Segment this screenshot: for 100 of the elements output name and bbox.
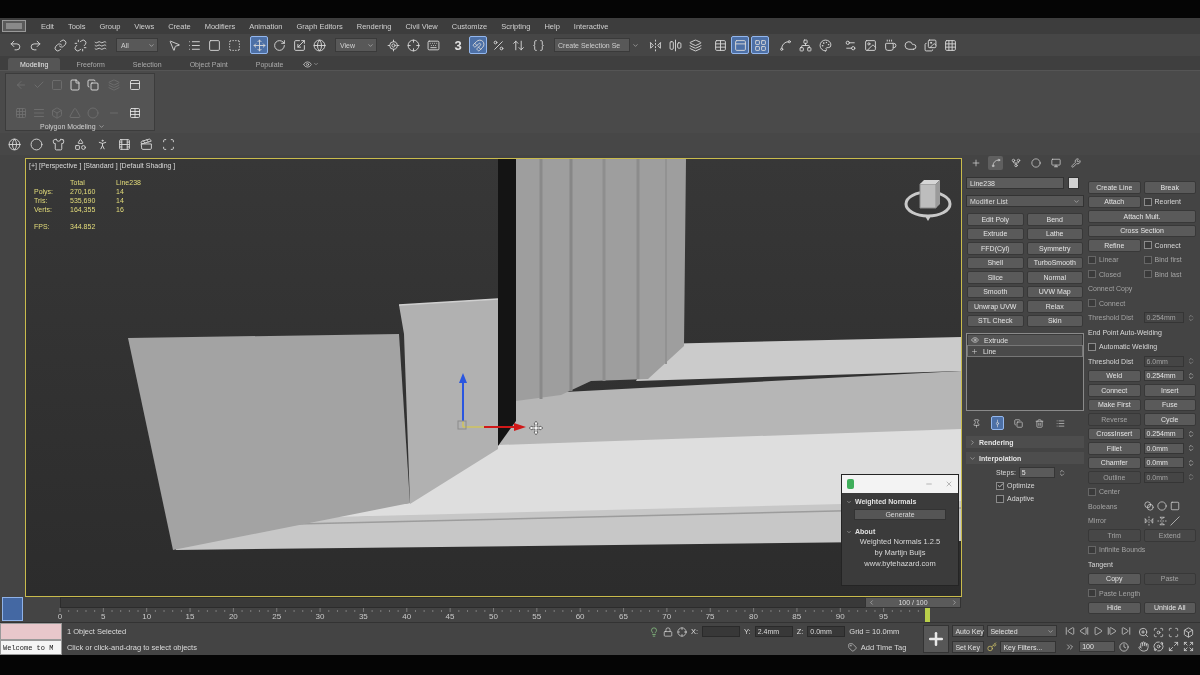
spinner-arrows-icon[interactable] (1057, 468, 1066, 477)
clapperboard-icon[interactable] (140, 137, 153, 151)
pin-button[interactable] (970, 416, 983, 430)
network-icon (798, 38, 812, 52)
zoom-icon[interactable] (1138, 626, 1150, 638)
schematic-button[interactable] (796, 36, 814, 54)
clock-icon[interactable] (1119, 641, 1130, 652)
crosshair-icon[interactable] (676, 626, 687, 637)
command-panel-tab[interactable] (1048, 156, 1063, 170)
hand-icon[interactable] (1138, 640, 1150, 652)
caret-right-icon (969, 438, 976, 446)
ribbon-button[interactable] (731, 36, 749, 54)
table-icon[interactable] (129, 107, 141, 119)
skip-back-icon[interactable] (1065, 625, 1076, 636)
broken-link-icon (73, 38, 87, 52)
tag-icon (847, 643, 857, 652)
mirror-icon (648, 38, 662, 52)
eye-icon[interactable] (971, 336, 979, 344)
set-keys-button[interactable] (923, 625, 950, 653)
image-icon (863, 38, 877, 52)
view-cube-icon[interactable] (902, 178, 954, 222)
manipulate-button[interactable] (404, 36, 422, 54)
blend-icon[interactable] (1143, 501, 1154, 512)
coordinate-field[interactable] (702, 626, 740, 637)
link-button[interactable] (51, 36, 69, 54)
color-swatch-icon[interactable] (1068, 177, 1079, 189)
mini-curve-editor-button[interactable] (2, 597, 23, 621)
fast-forward-icon[interactable] (1065, 641, 1076, 652)
spinner-arrows-icon[interactable] (1186, 458, 1195, 467)
expand-icon[interactable] (1183, 640, 1195, 652)
mirror-icon[interactable] (1143, 515, 1154, 526)
caret-icon (97, 123, 105, 130)
checkbox[interactable] (996, 494, 1004, 503)
frame-icon[interactable] (1168, 626, 1180, 638)
command-panel-tab[interactable] (1068, 156, 1083, 170)
pin-icon (972, 418, 981, 428)
app-logo-icon[interactable] (2, 20, 26, 32)
checkbox[interactable] (996, 481, 1004, 490)
align-icon (668, 38, 682, 52)
magnet-icon (471, 38, 485, 52)
snap-toggle-button[interactable]: 3 (449, 36, 467, 54)
shapes-icon[interactable] (74, 137, 87, 151)
script-input-field[interactable] (0, 623, 62, 640)
focus-icon[interactable] (1153, 626, 1165, 638)
copy-icon[interactable] (87, 79, 99, 91)
panel-icon[interactable] (129, 79, 141, 91)
spinner-arrows-icon[interactable] (1186, 429, 1195, 438)
flip-vertical-icon[interactable] (1156, 515, 1167, 526)
file-icon[interactable] (69, 79, 81, 91)
spinner-arrows-icon[interactable] (1186, 357, 1195, 366)
table-icon (713, 38, 727, 52)
play-icon[interactable] (1093, 625, 1104, 636)
percent-icon (491, 38, 505, 52)
command-panel-tab[interactable] (988, 156, 1003, 170)
angle-snap-button[interactable] (469, 36, 487, 54)
step-back-icon[interactable] (1079, 625, 1090, 636)
orbit-icon[interactable] (1153, 640, 1165, 652)
unique-button[interactable] (1012, 416, 1025, 430)
place-button[interactable] (310, 36, 328, 54)
film-icon[interactable] (118, 137, 131, 151)
align-button[interactable] (666, 36, 684, 54)
viewport[interactable] (25, 158, 962, 597)
maximize-icon[interactable] (1168, 640, 1180, 652)
checkbox[interactable] (1088, 342, 1096, 351)
step-forward-icon[interactable] (1107, 625, 1118, 636)
skip-forward-icon[interactable] (1121, 625, 1132, 636)
lock-icon[interactable] (662, 626, 673, 637)
spinner-arrows-icon[interactable] (1186, 444, 1195, 453)
layers-button[interactable] (686, 36, 704, 54)
rotate-icon (272, 38, 286, 52)
bulb-icon[interactable] (648, 626, 659, 637)
globe-icon[interactable] (8, 137, 21, 151)
material-editor-button[interactable] (816, 36, 834, 54)
plus-icon[interactable] (971, 347, 978, 355)
spinner-arrows-icon[interactable] (1186, 371, 1195, 380)
shirt-icon[interactable] (52, 137, 65, 151)
plus-icon (970, 158, 981, 168)
key-icon[interactable] (987, 642, 998, 652)
move-button[interactable] (250, 36, 268, 54)
gallery-button[interactable] (921, 36, 939, 54)
frame-icon[interactable] (162, 137, 175, 151)
remove-button[interactable] (1033, 416, 1046, 430)
grid-icon (943, 38, 957, 52)
layer-explorer-button[interactable] (751, 36, 769, 54)
crosshair-icon (406, 38, 420, 52)
checkbox[interactable] (1143, 197, 1152, 206)
unlink-button[interactable] (71, 36, 89, 54)
caret-icon[interactable] (632, 41, 639, 49)
person-icon[interactable] (96, 137, 109, 151)
spinner-arrows-icon[interactable] (1186, 473, 1195, 482)
slash-icon[interactable] (1169, 515, 1180, 526)
spinner-arrows-icon[interactable] (1186, 313, 1195, 322)
tick-icon (996, 482, 1004, 489)
hierarchy-icon (1010, 158, 1021, 168)
caret-icon (1047, 627, 1055, 635)
pivot-button[interactable] (384, 36, 402, 54)
checkbox[interactable] (1143, 241, 1152, 250)
end-result-button[interactable] (991, 416, 1004, 430)
globe-icon (312, 38, 326, 52)
command-panel-tab[interactable] (1028, 156, 1043, 170)
